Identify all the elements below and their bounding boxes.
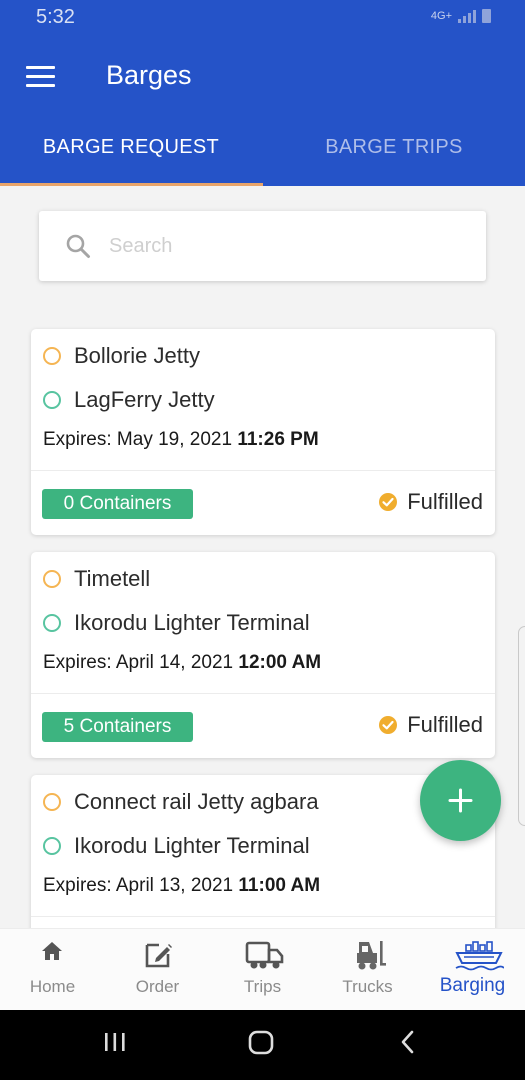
check-circle-icon [379,493,398,511]
status-icons: 4G+ [431,9,491,23]
nav-label: Trips [243,977,282,996]
nav-label: Barging [439,975,506,996]
status-bar: 5:32 4G+ [0,0,525,36]
tab-barge-request[interactable]: BARGE REQUEST [0,136,262,186]
card-divider [31,693,495,694]
network-indicator: 4G+ [430,10,452,22]
origin-location: Timetell [74,566,151,591]
nav-label: Order [135,977,180,996]
expiry-text: Expires: April 13, 2021 11:00 AM [43,875,321,896]
status-badge: Fulfilled [379,489,483,515]
battery-icon [482,9,491,23]
app-bar: Barges BARGE REQUEST BARGE TRIPS [0,36,525,186]
tab-indicator [0,183,263,186]
origin-location: Connect rail Jetty agbara [74,789,319,814]
barge-request-card[interactable]: Timetell Ikorodu Lighter Terminal Expire… [31,552,495,758]
nav-order[interactable]: Order [105,929,210,1011]
destination-dot-icon [43,391,61,409]
home-icon [42,942,62,960]
search-box [39,211,486,281]
nav-trucks[interactable]: Trucks [315,929,420,1011]
nav-trips[interactable]: Trips [210,929,315,1011]
signal-icon [458,9,476,23]
origin-row: Bollorie Jetty [43,341,200,371]
containers-badge: 5 Containers [42,712,193,742]
ship-icon [455,941,504,971]
origin-row: Timetell [43,564,150,594]
page-title: Barges [106,60,192,90]
origin-dot-icon [43,793,61,811]
menu-icon[interactable] [26,66,56,88]
nav-home[interactable]: Home [0,929,105,1011]
destination-dot-icon [43,837,61,855]
origin-dot-icon [43,347,61,365]
card-divider [31,470,495,471]
origin-location: Bollorie Jetty [74,343,200,368]
edit-icon [145,943,172,968]
plus-icon [448,788,473,813]
system-nav-bar [0,1010,525,1080]
destination-location: Ikorodu Lighter Terminal [74,833,310,858]
scroll-handle[interactable] [518,626,525,826]
home-button-icon[interactable] [247,1030,275,1056]
truck-icon [245,941,284,969]
destination-location: LagFerry Jetty [74,387,215,412]
forklift-icon [357,941,386,970]
add-request-button[interactable] [420,760,501,841]
nav-label: Trucks [342,977,393,996]
search-icon [66,234,90,258]
nav-barging[interactable]: Barging [420,929,525,1011]
containers-badge: 0 Containers [42,489,193,519]
destination-row: Ikorodu Lighter Terminal [43,831,310,861]
expiry-text: Expires: April 14, 2021 12:00 AM [43,652,322,673]
barge-request-card[interactable]: Bollorie Jetty LagFerry Jetty Expires: M… [31,329,495,535]
status-text: Fulfilled [407,489,483,514]
destination-dot-icon [43,614,61,632]
search-input[interactable] [109,229,469,263]
back-icon[interactable] [398,1030,418,1054]
destination-location: Ikorodu Lighter Terminal [74,610,310,635]
nav-label: Home [29,977,76,996]
destination-row: Ikorodu Lighter Terminal [43,608,310,638]
tab-barge-trips[interactable]: BARGE TRIPS [263,136,525,186]
status-time: 5:32 [36,6,75,28]
check-circle-icon [379,716,398,734]
recent-apps-icon[interactable] [103,1030,127,1054]
bottom-nav: Home Order Trips Trucks Barging [0,928,525,1010]
expiry-text: Expires: May 19, 2021 11:26 PM [43,429,319,450]
status-text: Fulfilled [407,712,483,737]
origin-row: Connect rail Jetty agbara [43,787,319,817]
status-badge: Fulfilled [379,712,483,738]
origin-dot-icon [43,570,61,588]
card-divider [31,916,495,917]
destination-row: LagFerry Jetty [43,385,215,415]
